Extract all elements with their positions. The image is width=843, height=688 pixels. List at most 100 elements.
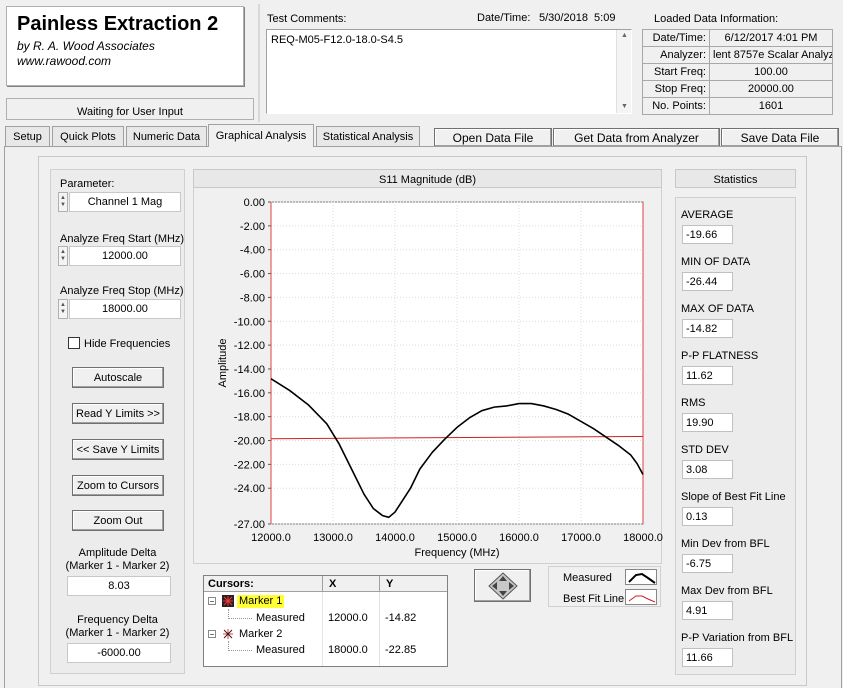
amp-delta-value: 8.03 <box>67 576 171 596</box>
autoscale-button[interactable]: Autoscale <box>72 367 164 388</box>
marker-2-x: 18000.0 <box>328 644 368 656</box>
zoom-to-cursors-button[interactable]: Zoom to Cursors <box>72 475 164 496</box>
loaded-info-table: Date/Time: 6/12/2017 4:01 PM Analyzer: len… <box>642 29 833 115</box>
collapse-marker-2-icon[interactable]: − <box>208 630 216 639</box>
zoom-out-button[interactable]: Zoom Out <box>72 510 164 531</box>
datetime-label: Date/Time: <box>477 12 531 24</box>
y-tick-label: -4.00 <box>240 245 265 257</box>
marker-1-y: -14.82 <box>385 612 417 624</box>
statistics-title: Statistics <box>713 174 758 186</box>
info-label: Start Freq: <box>642 63 710 81</box>
hide-frequencies-checkbox[interactable] <box>68 337 80 349</box>
marker-2-y: -22.85 <box>385 644 417 656</box>
scroll-up-icon[interactable]: ▲ <box>621 32 628 39</box>
freq-stop-field[interactable]: 18000.00 <box>69 299 181 319</box>
open-data-file-button[interactable]: Open Data File <box>434 128 552 147</box>
comments-text: REQ-M05-F12.0-18.0-S4.5 <box>271 34 404 46</box>
save-data-file-button[interactable]: Save Data File <box>721 128 839 147</box>
marker-2-label[interactable]: Marker 2 <box>239 628 282 640</box>
comments-textarea[interactable]: REQ-M05-F12.0-18.0-S4.5 ▲ ▼ <box>266 29 632 114</box>
website: www.rawood.com <box>17 54 112 68</box>
freq-delta-value: -6000.00 <box>67 643 171 663</box>
read-y-limits-button[interactable]: Read Y Limits >> <box>72 403 164 424</box>
info-label: Analyzer: <box>642 46 710 64</box>
stat-value: 3.08 <box>682 460 733 479</box>
status-text: Waiting for User Input <box>77 106 183 118</box>
save-y-limits-button[interactable]: << Save Y Limits <box>72 439 164 460</box>
info-value: 6/12/2017 4:01 PM <box>709 29 833 47</box>
loaded-title: Loaded Data Information: <box>654 13 779 25</box>
stat-value: -19.66 <box>682 225 733 244</box>
info-row: Stop Freq: 20000.00 <box>642 80 833 98</box>
info-row: Analyzer: lent 8757e Scalar Analyz <box>642 46 833 64</box>
y-tick-label: -6.00 <box>240 269 265 281</box>
x-tick-label: 15000.0 <box>437 532 477 544</box>
info-value: 1601 <box>709 97 833 115</box>
stat-label: Slope of Best Fit Line <box>681 491 786 503</box>
stat-label: STD DEV <box>681 444 729 456</box>
stat-value: -14.82 <box>682 319 733 338</box>
stat-value: 11.66 <box>682 648 733 667</box>
comments-scrollbar[interactable]: ▲ ▼ <box>616 30 631 113</box>
y-tick-label: -12.00 <box>234 340 265 352</box>
scroll-down-icon[interactable]: ▼ <box>621 103 628 110</box>
status-bar: Waiting for User Input <box>6 98 254 120</box>
cursors-table[interactable]: Cursors: X Y − Marker 1 Measured 12000.0… <box>203 575 448 667</box>
cursors-header-x: X <box>329 578 337 590</box>
stat-label: Max Dev from BFL <box>681 585 773 597</box>
freq-start-field[interactable]: 12000.00 <box>69 246 181 266</box>
cursor-move-icon <box>487 571 518 600</box>
x-tick-label: 13000.0 <box>313 532 353 544</box>
tree-line <box>228 650 252 651</box>
x-tick-label: 18000.0 <box>623 532 663 544</box>
y-tick-label: -16.00 <box>234 388 265 400</box>
info-value: lent 8757e Scalar Analyz <box>709 46 833 64</box>
y-tick-label: -20.00 <box>234 436 265 448</box>
col-divider <box>322 592 323 666</box>
freq-stop-stepper[interactable]: ▲ ▼ <box>58 299 68 319</box>
freq-delta-sublabel: (Marker 1 - Marker 2) <box>65 627 170 639</box>
tab-quick-plots[interactable]: Quick Plots <box>52 126 124 146</box>
comments-label: Test Comments: <box>267 13 347 25</box>
x-tick-label: 12000.0 <box>251 532 291 544</box>
x-tick-label: 16000.0 <box>499 532 539 544</box>
get-data-from-analyzer-button[interactable]: Get Data from Analyzer <box>553 128 720 147</box>
datetime-value: 5/30/2018 5:09 <box>539 12 616 24</box>
marker-1-icon <box>222 595 234 607</box>
amp-delta-label: Amplitude Delta <box>78 547 157 559</box>
tab-statistical-analysis[interactable]: Statistical Analysis <box>316 126 420 146</box>
y-tick-label: -2.00 <box>240 221 265 233</box>
legend-bestfit-swatch <box>625 589 657 605</box>
y-tick-label: -18.00 <box>234 412 265 424</box>
info-label: Stop Freq: <box>642 80 710 98</box>
collapse-marker-1-icon[interactable]: − <box>208 597 216 606</box>
cursor-move-button[interactable] <box>474 569 531 602</box>
col-divider <box>379 576 380 592</box>
parameter-stepper[interactable]: ▲ ▼ <box>58 192 68 212</box>
info-row: Date/Time: 6/12/2017 4:01 PM <box>642 29 833 47</box>
tab-numeric-data[interactable]: Numeric Data <box>126 126 207 146</box>
tab-graphical-analysis[interactable]: Graphical Analysis <box>208 124 314 147</box>
parameter-field[interactable]: Channel 1 Mag <box>69 192 181 212</box>
info-value: 100.00 <box>709 63 833 81</box>
stat-value: 4.91 <box>682 601 733 620</box>
stat-label: P-P FLATNESS <box>681 350 759 362</box>
statistics-title-bar: Statistics <box>675 169 796 188</box>
stat-value: 19.90 <box>682 413 733 432</box>
y-tick-label: -10.00 <box>234 316 265 328</box>
legend-measured-label: Measured <box>563 572 612 584</box>
title-panel: Painless Extraction 2 by R. A. Wood Asso… <box>6 6 244 86</box>
freq-start-stepper[interactable]: ▲ ▼ <box>58 246 68 266</box>
tab-setup[interactable]: Setup <box>5 126 50 146</box>
cursors-header-name: Cursors: <box>208 578 254 590</box>
stat-value: 11.62 <box>682 366 733 385</box>
s11-magnitude-chart[interactable]: 0.00 -2.00 -4.00 -6.00 -8.00 -10.00 -12.00 -14.… <box>194 188 663 564</box>
col-divider <box>322 576 323 592</box>
marker-1-label[interactable]: Marker 1 <box>237 595 285 608</box>
stat-label: MIN OF DATA <box>681 256 751 268</box>
stat-value: -6.75 <box>682 554 733 573</box>
legend-measured-swatch <box>625 569 657 585</box>
chart-title-bar: S11 Magnitude (dB) <box>193 169 662 188</box>
amp-delta-sublabel: (Marker 1 - Marker 2) <box>65 560 170 572</box>
freq-delta-label: Frequency Delta <box>77 614 158 626</box>
